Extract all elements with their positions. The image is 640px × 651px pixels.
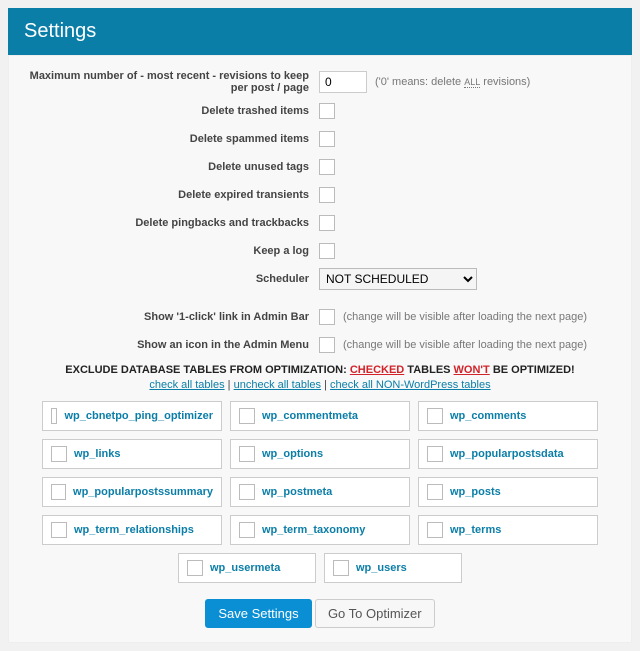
revisions-hint: ('0' means: delete ALL revisions) xyxy=(375,76,530,88)
exclude-links: check all tables | uncheck all tables | … xyxy=(19,379,621,391)
table-box: wp_users xyxy=(324,553,462,583)
table-box: wp_cbnetpo_ping_optimizer xyxy=(42,401,222,431)
delete-transients-checkbox[interactable] xyxy=(319,187,335,203)
adminbar-hint: (change will be visible after loading th… xyxy=(343,311,587,323)
table-name: wp_popularpostssummary xyxy=(73,486,213,498)
table-checkbox[interactable] xyxy=(239,522,255,538)
table-checkbox[interactable] xyxy=(51,408,57,424)
table-checkbox[interactable] xyxy=(239,408,255,424)
table-box: wp_posts xyxy=(418,477,598,507)
delete-spammed-checkbox[interactable] xyxy=(319,131,335,147)
table-checkbox[interactable] xyxy=(187,560,203,576)
table-box: wp_postmeta xyxy=(230,477,410,507)
adminmenu-label: Show an icon in the Admin Menu xyxy=(19,339,319,351)
table-checkbox[interactable] xyxy=(51,484,66,500)
table-box: wp_options xyxy=(230,439,410,469)
table-name: wp_term_taxonomy xyxy=(262,524,365,536)
revisions-input[interactable] xyxy=(319,71,367,93)
adminbar-label: Show '1-click' link in Admin Bar xyxy=(19,311,319,323)
adminmenu-hint: (change will be visible after loading th… xyxy=(343,339,587,351)
table-name: wp_postmeta xyxy=(262,486,332,498)
delete-tags-label: Delete unused tags xyxy=(19,161,319,173)
revisions-label: Maximum number of - most recent - revisi… xyxy=(19,70,319,94)
delete-pingbacks-label: Delete pingbacks and trackbacks xyxy=(19,217,319,229)
table-box: wp_usermeta xyxy=(178,553,316,583)
adminbar-checkbox[interactable] xyxy=(319,309,335,325)
tables-grid: wp_cbnetpo_ping_optimizerwp_commentmetaw… xyxy=(19,401,621,583)
table-checkbox[interactable] xyxy=(239,446,255,462)
save-button[interactable]: Save Settings xyxy=(205,599,311,628)
table-name: wp_users xyxy=(356,562,407,574)
check-all-link[interactable]: check all tables xyxy=(149,379,224,391)
table-box: wp_links xyxy=(42,439,222,469)
keep-log-label: Keep a log xyxy=(19,245,319,257)
table-name: wp_cbnetpo_ping_optimizer xyxy=(64,410,213,422)
table-box: wp_popularpostssummary xyxy=(42,477,222,507)
table-name: wp_links xyxy=(74,448,120,460)
scheduler-label: Scheduler xyxy=(19,273,319,285)
scheduler-select[interactable]: NOT SCHEDULED xyxy=(319,268,477,290)
table-box: wp_comments xyxy=(418,401,598,431)
delete-tags-checkbox[interactable] xyxy=(319,159,335,175)
table-checkbox[interactable] xyxy=(427,484,443,500)
table-box: wp_term_relationships xyxy=(42,515,222,545)
delete-trashed-label: Delete trashed items xyxy=(19,105,319,117)
table-name: wp_terms xyxy=(450,524,501,536)
check-nonwp-link[interactable]: check all NON-WordPress tables xyxy=(330,379,491,391)
table-name: wp_commentmeta xyxy=(262,410,358,422)
table-checkbox[interactable] xyxy=(239,484,255,500)
exclude-heading: EXCLUDE DATABASE TABLES FROM OPTIMIZATIO… xyxy=(19,364,621,376)
keep-log-checkbox[interactable] xyxy=(319,243,335,259)
table-box: wp_popularpostsdata xyxy=(418,439,598,469)
delete-trashed-checkbox[interactable] xyxy=(319,103,335,119)
table-box: wp_commentmeta xyxy=(230,401,410,431)
table-checkbox[interactable] xyxy=(427,522,443,538)
delete-transients-label: Delete expired transients xyxy=(19,189,319,201)
adminmenu-checkbox[interactable] xyxy=(319,337,335,353)
table-name: wp_options xyxy=(262,448,323,460)
table-name: wp_posts xyxy=(450,486,501,498)
table-name: wp_usermeta xyxy=(210,562,280,574)
uncheck-all-link[interactable]: uncheck all tables xyxy=(234,379,321,391)
table-box: wp_term_taxonomy xyxy=(230,515,410,545)
table-checkbox[interactable] xyxy=(51,446,67,462)
page-title: Settings xyxy=(8,8,632,55)
delete-pingbacks-checkbox[interactable] xyxy=(319,215,335,231)
table-checkbox[interactable] xyxy=(333,560,349,576)
table-checkbox[interactable] xyxy=(51,522,67,538)
table-box: wp_terms xyxy=(418,515,598,545)
table-name: wp_comments xyxy=(450,410,526,422)
table-name: wp_popularpostsdata xyxy=(450,448,564,460)
goto-optimizer-button[interactable]: Go To Optimizer xyxy=(315,599,435,628)
table-checkbox[interactable] xyxy=(427,446,443,462)
delete-spammed-label: Delete spammed items xyxy=(19,133,319,145)
table-name: wp_term_relationships xyxy=(74,524,194,536)
table-checkbox[interactable] xyxy=(427,408,443,424)
